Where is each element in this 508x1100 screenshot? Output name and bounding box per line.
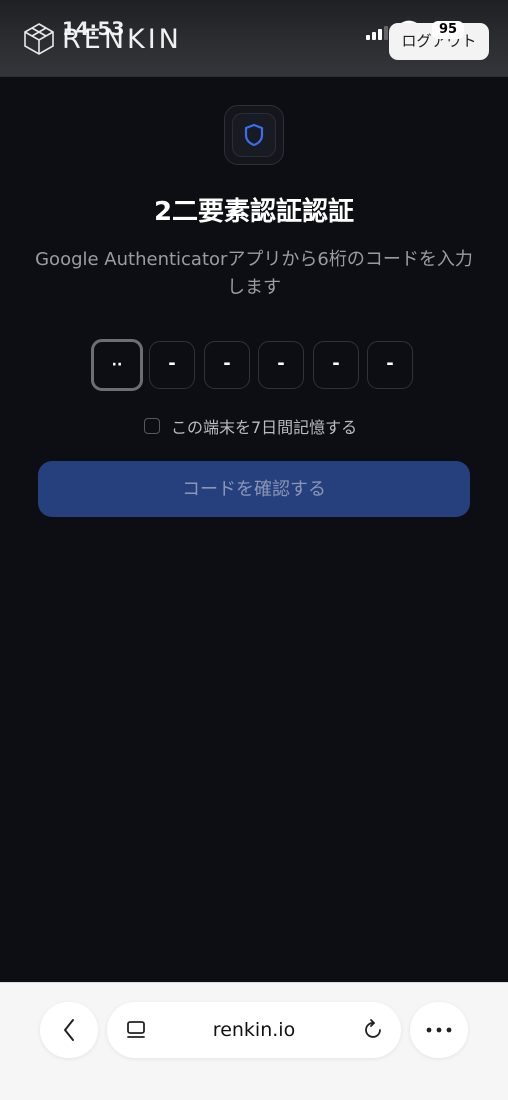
remember-device-row[interactable]: この端末を7日間記憶する: [144, 414, 357, 438]
back-button[interactable]: [40, 1002, 98, 1058]
verify-code-button[interactable]: コードを確認する: [38, 461, 470, 517]
page-title: 2二要素認証認証: [153, 197, 355, 227]
otp-digit-4[interactable]: -: [258, 341, 304, 389]
shield-icon: [244, 123, 264, 147]
otp-digit-6[interactable]: -: [367, 341, 413, 389]
more-options-button[interactable]: [410, 1002, 468, 1058]
url-text: renkin.io: [212, 1019, 296, 1041]
otp-digit-3[interactable]: -: [204, 341, 250, 389]
reload-icon[interactable]: [362, 1018, 386, 1042]
page-description: Google Authenticatorアプリから6桁のコードを入力します: [35, 249, 473, 298]
otp-digit-1[interactable]: ··: [91, 339, 143, 391]
status-time: 14:53: [62, 18, 125, 40]
more-dots-icon: [426, 1027, 452, 1033]
cellular-signal-icon: [366, 26, 388, 40]
shield-badge: [224, 105, 284, 165]
app-header: RENKIN 14:53 ログアウト 95: [0, 0, 508, 77]
battery-indicator: 95: [432, 21, 464, 39]
address-bar[interactable]: renkin.io: [107, 1002, 401, 1058]
remember-device-label: この端末を7日間記憶する: [171, 418, 358, 437]
otp-digit-2[interactable]: -: [149, 341, 195, 389]
remember-device-checkbox[interactable]: [144, 418, 160, 434]
cube-logo-icon: [24, 23, 54, 55]
chevron-left-icon: [64, 1019, 74, 1041]
otp-digit-5[interactable]: -: [313, 341, 359, 389]
